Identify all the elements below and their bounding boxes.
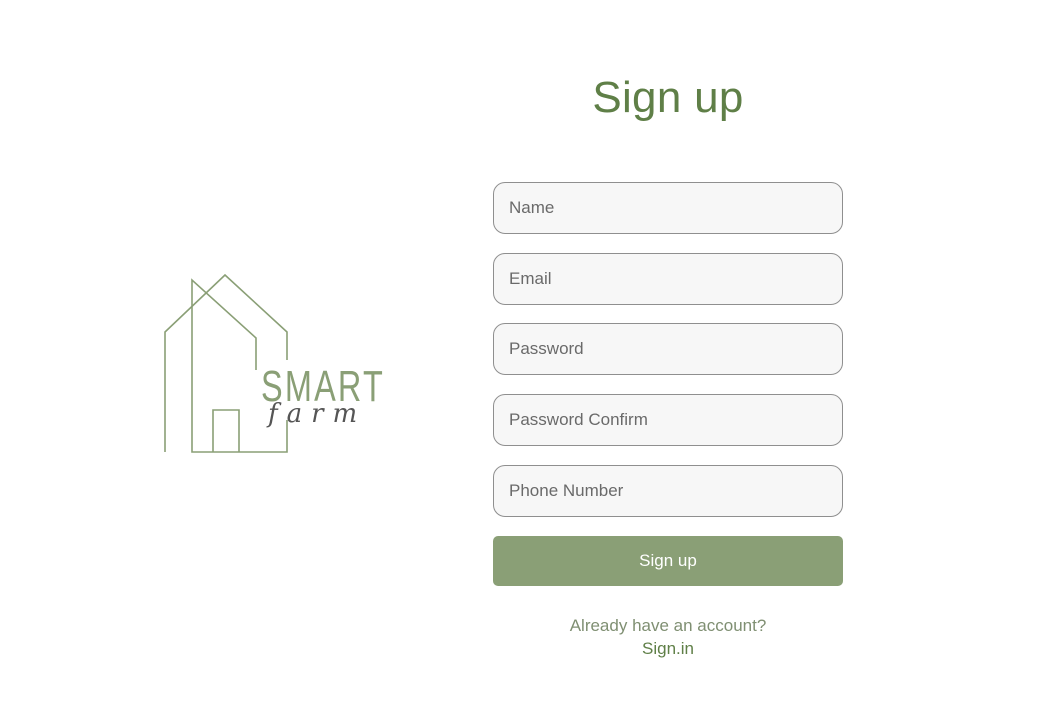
- signin-link[interactable]: Sign.in: [493, 638, 843, 660]
- signup-button[interactable]: Sign up: [493, 536, 843, 586]
- password-confirm-field[interactable]: [493, 394, 843, 446]
- account-prompt: Already have an account?: [569, 616, 767, 635]
- email-field[interactable]: [493, 253, 843, 305]
- phone-number-field[interactable]: [493, 465, 843, 517]
- smart-farm-logo: SMART farm: [160, 270, 390, 460]
- signup-page: SMART farm Sign up Sign up Already have …: [0, 0, 1062, 726]
- password-field[interactable]: [493, 323, 843, 375]
- house-logo-icon: SMART farm: [164, 273, 382, 453]
- page-title: Sign up: [592, 73, 744, 122]
- logo-script: farm: [266, 399, 366, 429]
- name-field[interactable]: [493, 182, 843, 234]
